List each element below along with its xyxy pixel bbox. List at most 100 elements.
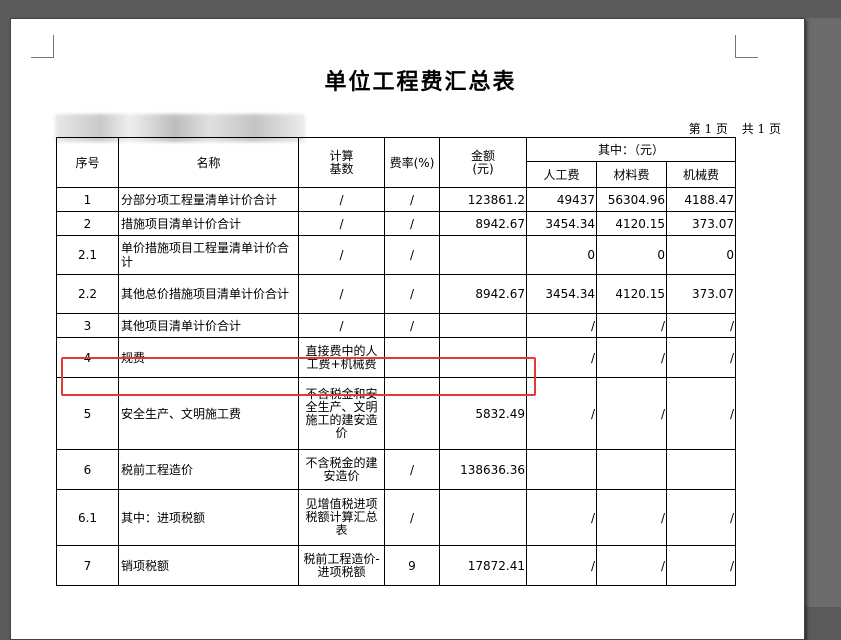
table-row: 4 规费 直接费中的人工费+机械费 / / /	[56, 337, 736, 378]
table-row: 6 税前工程造价 不含税金的建安造价 / 138636.36	[56, 449, 736, 490]
header-machine: 机械费	[666, 161, 736, 188]
table-row: 3 其他项目清单计价合计 / / / / /	[56, 313, 736, 338]
cell-no: 1	[56, 187, 119, 212]
cell-basis: 直接费中的人工费+机械费	[298, 337, 385, 378]
cell-basis: 不含税金和安全生产、文明施工的建安造价	[298, 377, 385, 450]
cell-rate	[384, 337, 440, 378]
cell-labor: /	[526, 545, 597, 586]
cell-material: 4120.15	[596, 274, 667, 314]
cell-name: 其他项目清单计价合计	[118, 313, 299, 338]
cell-name: 销项税额	[118, 545, 299, 586]
cell-amount: 17872.41	[439, 545, 527, 586]
cell-no: 7	[56, 545, 119, 586]
cell-name: 安全生产、文明施工费	[118, 377, 299, 450]
cell-basis: 不含税金的建安造价	[298, 449, 385, 490]
cell-rate: 9	[384, 545, 440, 586]
cell-basis: /	[298, 274, 385, 314]
cell-amount	[439, 235, 527, 275]
cell-material: 56304.96	[596, 187, 667, 212]
cell-material: 4120.15	[596, 211, 667, 236]
header-no: 序号	[56, 137, 119, 188]
table-row: 2.1 单价措施项目工程量清单计价合计 / / 0 0 0	[56, 235, 736, 275]
cell-rate: /	[384, 489, 440, 546]
table-row: 2.2 其他总价措施项目清单计价合计 / / 8942.67 3454.34 4…	[56, 274, 736, 314]
cell-labor: /	[526, 377, 597, 450]
cell-amount	[439, 337, 527, 378]
cell-no: 2.2	[56, 274, 119, 314]
page-info: 第 1 页 共 1 页	[686, 120, 781, 137]
cell-labor: 3454.34	[526, 211, 597, 236]
cell-amount: 5832.49	[439, 377, 527, 450]
page-number: 第 1 页	[688, 122, 728, 136]
cell-labor: /	[526, 337, 597, 378]
table-row: 5 安全生产、文明施工费 不含税金和安全生产、文明施工的建安造价 5832.49…	[56, 377, 736, 450]
cell-basis: 见增值税进项税额计算汇总表	[298, 489, 385, 546]
header-basis: 计算 基数	[298, 137, 385, 188]
cell-machine: /	[666, 489, 736, 546]
cell-labor: 3454.34	[526, 274, 597, 314]
cell-amount	[439, 313, 527, 338]
cell-name: 其中：进项税额	[118, 489, 299, 546]
viewer-background	[805, 18, 841, 607]
cell-machine: 4188.47	[666, 187, 736, 212]
cell-name: 单价措施项目工程量清单计价合计	[118, 235, 299, 275]
header-name: 名称	[118, 137, 299, 188]
cell-labor: /	[526, 313, 597, 338]
cell-basis: /	[298, 211, 385, 236]
cell-basis: 税前工程造价-进项税额	[298, 545, 385, 586]
cell-no: 4	[56, 337, 119, 378]
cell-material: /	[596, 545, 667, 586]
cell-machine: /	[666, 313, 736, 338]
cost-summary-table: 序号 名称 计算 基数 费率(%) 金额 (元) 其中：（元） 人工费 材料费 …	[56, 137, 736, 586]
cell-material: /	[596, 489, 667, 546]
cell-no: 5	[56, 377, 119, 450]
cell-no: 2	[56, 211, 119, 236]
cell-labor: /	[526, 489, 597, 546]
cell-basis: /	[298, 235, 385, 275]
cell-material: /	[596, 377, 667, 450]
cell-name: 规费	[118, 337, 299, 378]
cell-labor: 49437	[526, 187, 597, 212]
cell-name: 措施项目清单计价合计	[118, 211, 299, 236]
header-among: 其中：（元）	[526, 137, 736, 162]
cell-amount: 138636.36	[439, 449, 527, 490]
cell-name: 税前工程造价	[118, 449, 299, 490]
table-row: 7 销项税额 税前工程造价-进项税额 9 17872.41 / / /	[56, 545, 736, 586]
table-row: 6.1 其中：进项税额 见增值税进项税额计算汇总表 / / / /	[56, 489, 736, 546]
cell-no: 6	[56, 449, 119, 490]
crop-mark-top-left	[31, 35, 54, 58]
cell-basis: /	[298, 187, 385, 212]
cell-machine: /	[666, 337, 736, 378]
cell-no: 3	[56, 313, 119, 338]
header-labor: 人工费	[526, 161, 597, 188]
cell-machine: /	[666, 545, 736, 586]
document-title: 单位工程费汇总表	[324, 69, 517, 95]
cell-machine	[666, 449, 736, 490]
cell-rate: /	[384, 313, 440, 338]
cell-machine: 0	[666, 235, 736, 275]
cell-amount: 8942.67	[439, 274, 527, 314]
table-row: 2 措施项目清单计价合计 / / 8942.67 3454.34 4120.15…	[56, 211, 736, 236]
crop-mark-top-right	[735, 35, 758, 58]
cell-rate: /	[384, 235, 440, 275]
header-amount: 金额 (元)	[439, 137, 527, 188]
cell-rate: /	[384, 187, 440, 212]
cell-basis: /	[298, 313, 385, 338]
cell-material: /	[596, 337, 667, 378]
cell-name: 其他总价措施项目清单计价合计	[118, 274, 299, 314]
cell-labor	[526, 449, 597, 490]
table-row: 1 分部分项工程量清单计价合计 / / 123861.2 49437 56304…	[56, 187, 736, 212]
cell-no: 6.1	[56, 489, 119, 546]
page-total: 共 1 页	[741, 122, 781, 136]
cell-no: 2.1	[56, 235, 119, 275]
header-material: 材料费	[596, 161, 667, 188]
cell-rate: /	[384, 449, 440, 490]
cell-rate: /	[384, 274, 440, 314]
cell-rate: /	[384, 211, 440, 236]
cell-labor: 0	[526, 235, 597, 275]
cell-rate	[384, 377, 440, 450]
cell-amount: 8942.67	[439, 211, 527, 236]
header-rate: 费率(%)	[384, 137, 440, 188]
cell-amount	[439, 489, 527, 546]
cell-machine: 373.07	[666, 274, 736, 314]
